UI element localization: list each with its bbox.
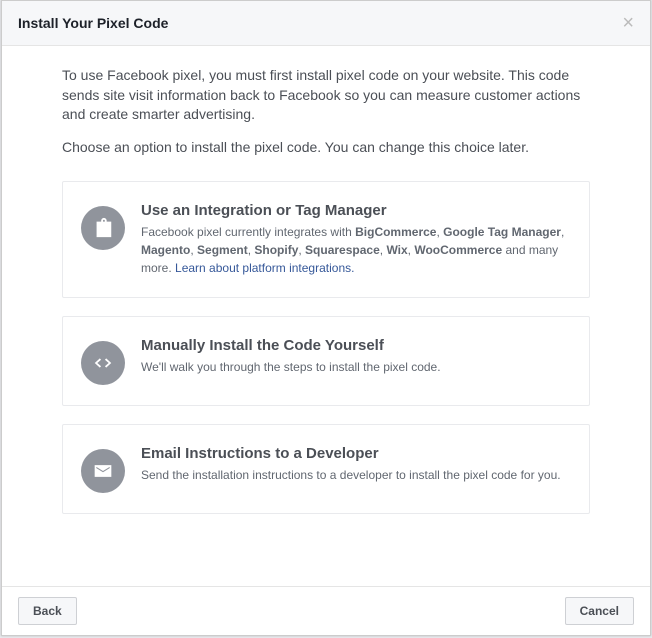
learn-integrations-link[interactable]: Learn about platform integrations.	[175, 261, 354, 275]
option-title: Manually Install the Code Yourself	[141, 337, 441, 354]
option-content: Use an Integration or Tag Manager Facebo…	[141, 202, 571, 277]
modal-title: Install Your Pixel Code	[18, 15, 168, 31]
close-button[interactable]: ×	[622, 13, 634, 33]
mail-icon	[81, 449, 125, 493]
option-description: We'll walk you through the steps to inst…	[141, 358, 441, 376]
option-content: Manually Install the Code Yourself We'll…	[141, 337, 441, 376]
subintro-text: Choose an option to install the pixel co…	[62, 139, 590, 155]
option-description: Facebook pixel currently integrates with…	[141, 223, 571, 277]
option-email[interactable]: Email Instructions to a Developer Send t…	[62, 424, 590, 514]
modal-header: Install Your Pixel Code ×	[2, 1, 650, 46]
intro-text: To use Facebook pixel, you must first in…	[62, 66, 590, 125]
cancel-button[interactable]: Cancel	[565, 597, 634, 625]
modal-footer: Back Cancel	[2, 586, 650, 635]
option-content: Email Instructions to a Developer Send t…	[141, 445, 561, 484]
option-manual[interactable]: Manually Install the Code Yourself We'll…	[62, 316, 590, 406]
back-button[interactable]: Back	[18, 597, 77, 625]
shopping-bag-icon	[81, 206, 125, 250]
option-description: Send the installation instructions to a …	[141, 466, 561, 484]
install-pixel-modal: Install Your Pixel Code × To use Faceboo…	[1, 0, 651, 636]
option-integration[interactable]: Use an Integration or Tag Manager Facebo…	[62, 181, 590, 298]
modal-body: To use Facebook pixel, you must first in…	[2, 46, 650, 586]
option-title: Use an Integration or Tag Manager	[141, 202, 571, 219]
code-icon	[81, 341, 125, 385]
option-title: Email Instructions to a Developer	[141, 445, 561, 462]
close-icon: ×	[622, 12, 634, 34]
